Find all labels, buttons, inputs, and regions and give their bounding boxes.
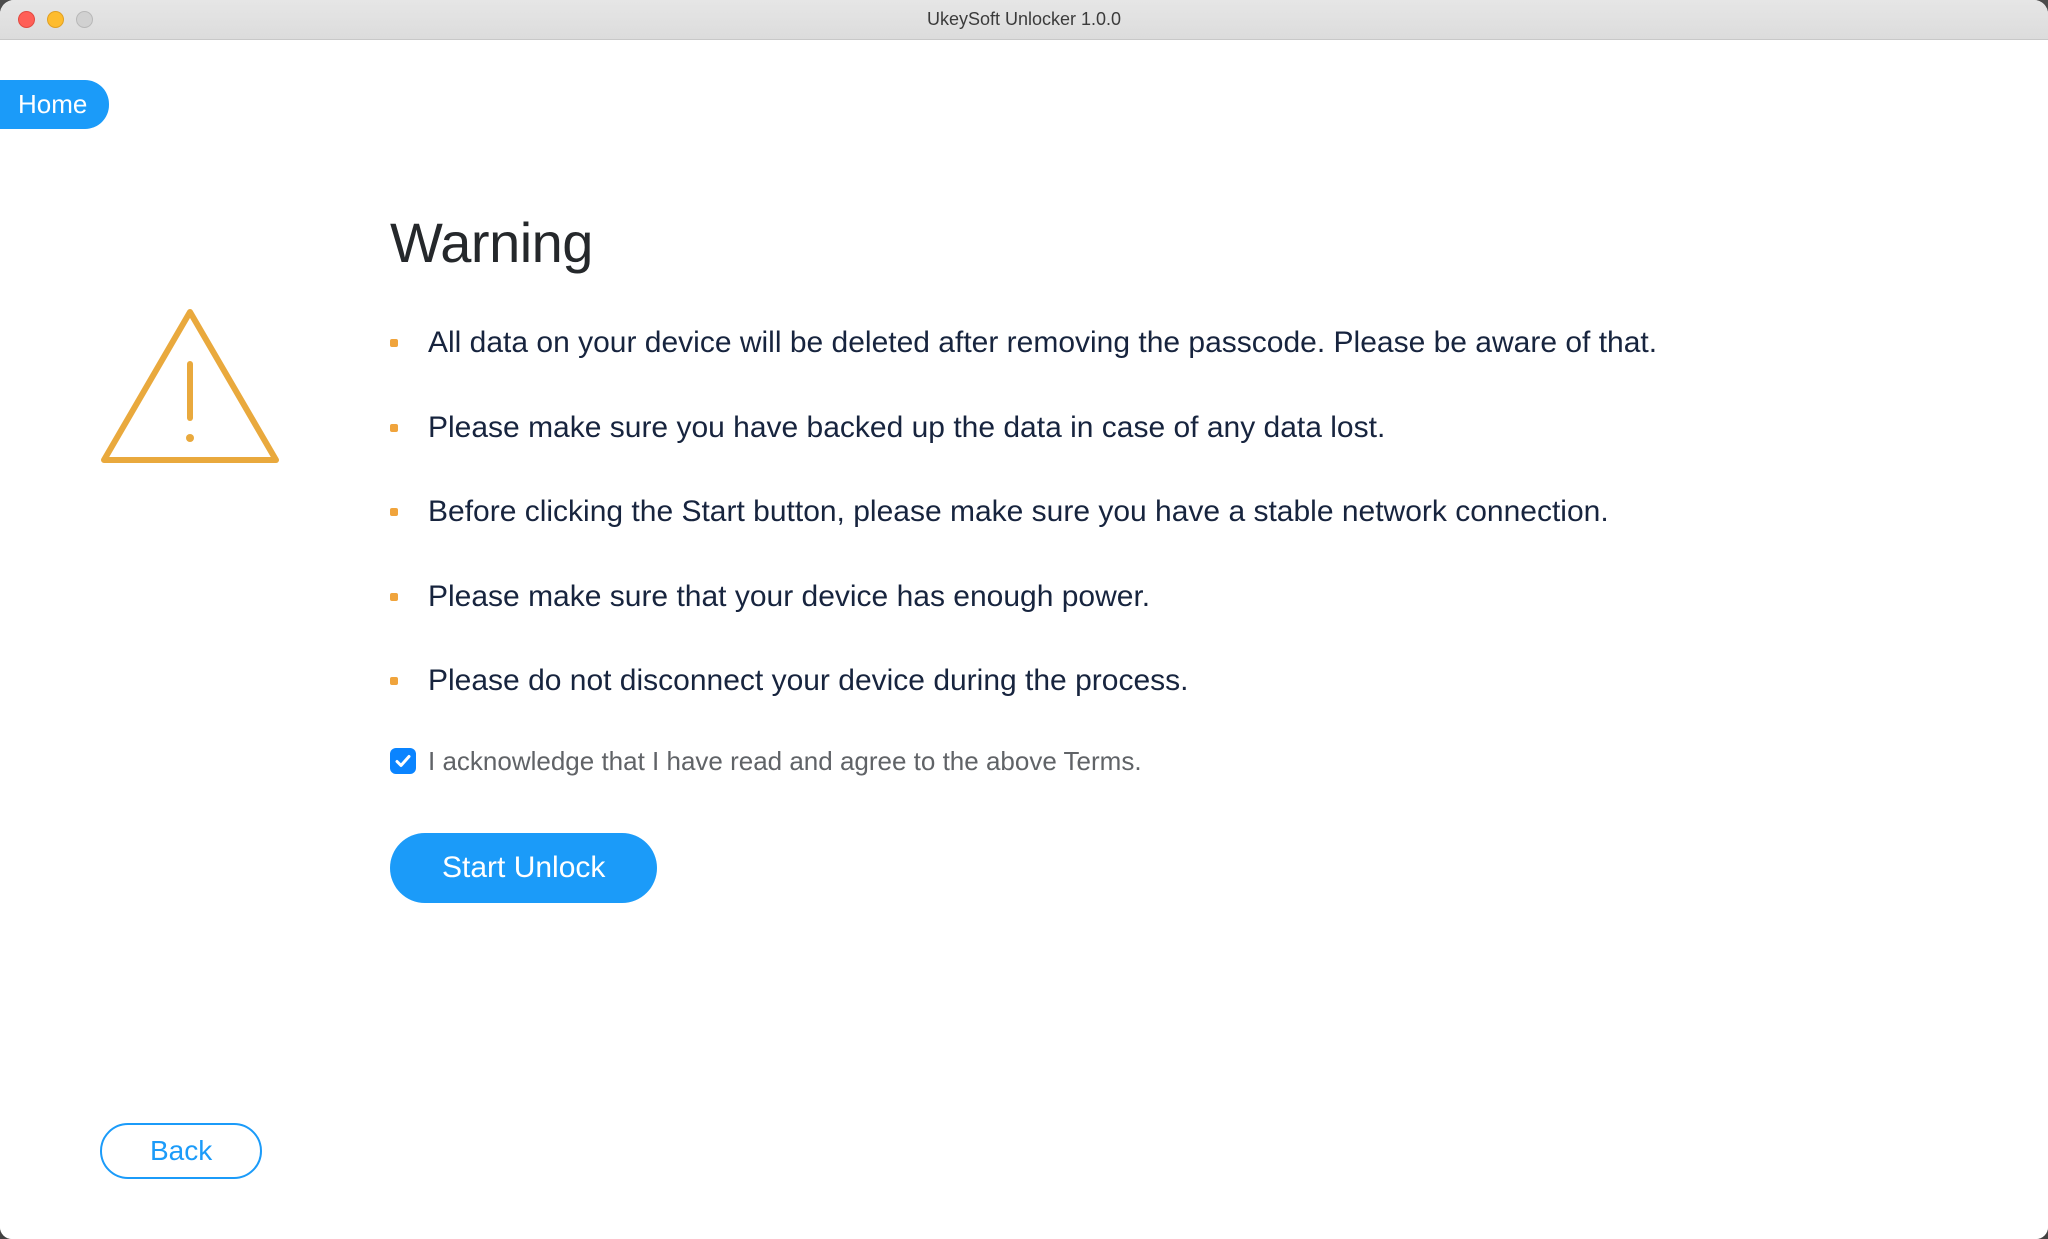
warning-bullet: All data on your device will be deleted …	[390, 323, 1988, 364]
check-icon	[394, 752, 412, 770]
warning-bullet: Please make sure that your device has en…	[390, 577, 1988, 618]
acknowledge-row: I acknowledge that I have read and agree…	[390, 746, 1988, 777]
back-button[interactable]: Back	[100, 1123, 262, 1179]
start-unlock-button[interactable]: Start Unlock	[390, 833, 657, 903]
home-button[interactable]: Home	[0, 80, 109, 129]
warning-bullet: Please do not disconnect your device dur…	[390, 661, 1988, 702]
warning-bullet: Before clicking the Start button, please…	[390, 492, 1988, 533]
traffic-lights	[0, 11, 93, 28]
content-area: Home Warning All data on your device wil…	[0, 40, 2048, 1239]
acknowledge-checkbox[interactable]	[390, 748, 416, 774]
main-area: Warning All data on your device will be …	[390, 210, 1988, 903]
acknowledge-label: I acknowledge that I have read and agree…	[428, 746, 1142, 777]
titlebar: UkeySoft Unlocker 1.0.0	[0, 0, 2048, 40]
warning-bullet-list: All data on your device will be deleted …	[390, 323, 1988, 702]
warning-triangle-icon	[90, 300, 290, 480]
app-window: UkeySoft Unlocker 1.0.0 Home Warning All…	[0, 0, 2048, 1239]
close-window-button[interactable]	[18, 11, 35, 28]
warning-bullet: Please make sure you have backed up the …	[390, 408, 1988, 449]
window-title: UkeySoft Unlocker 1.0.0	[0, 9, 2048, 30]
maximize-window-button[interactable]	[76, 11, 93, 28]
warning-heading: Warning	[390, 210, 1988, 275]
minimize-window-button[interactable]	[47, 11, 64, 28]
